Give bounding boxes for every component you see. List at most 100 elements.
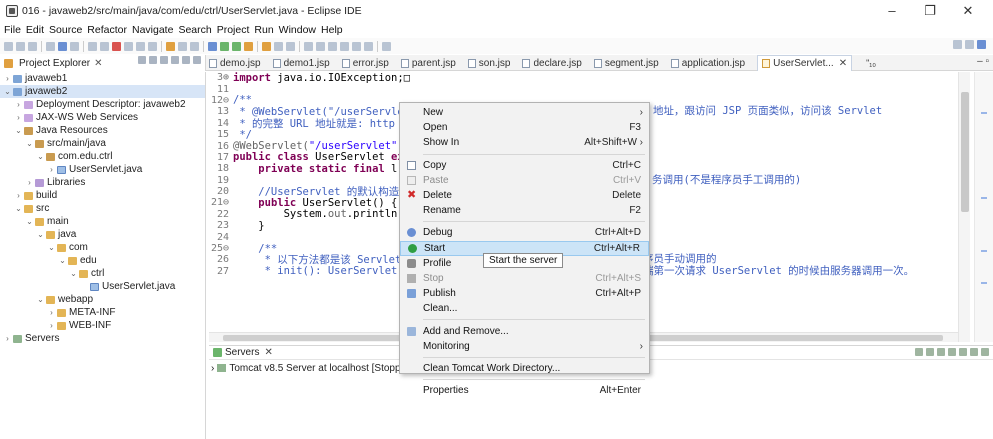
tree-item[interactable]: ⌄ java (0, 228, 205, 241)
menu-search[interactable]: Search (178, 24, 211, 36)
tree-item[interactable]: ⌄ com.edu.ctrl (0, 150, 205, 163)
expand-toggle-icon[interactable]: ⌄ (69, 269, 78, 278)
tab-project-explorer[interactable]: Project Explorer ✕ (0, 55, 206, 71)
expand-toggle-icon[interactable]: ⌄ (25, 139, 34, 148)
menu-item-delete[interactable]: ✖ Delete Delete (400, 188, 649, 203)
tree-item[interactable]: ⌄ Java Resources (0, 124, 205, 137)
annotation-marker[interactable] (981, 282, 987, 284)
tree-item[interactable]: › WEB-INF (0, 319, 205, 332)
expand-toggle-icon[interactable]: ⌄ (47, 243, 56, 252)
editor-tab[interactable]: declare.jsp (522, 55, 582, 71)
menu-item-debug[interactable]: Debug Ctrl+Alt+D (400, 225, 649, 240)
terminal-icon[interactable] (46, 41, 55, 51)
expand-toggle-icon[interactable]: ⌄ (3, 87, 12, 96)
tree-item[interactable]: › META-INF (0, 306, 205, 319)
more-tabs-indicator[interactable]: "₁₀ (866, 58, 876, 68)
pin-icon[interactable] (382, 41, 391, 51)
toggle-mark-icon[interactable] (304, 41, 313, 51)
tree-item[interactable]: ⌄ src (0, 202, 205, 215)
expand-toggle-icon[interactable]: ⌄ (58, 256, 67, 265)
skip-icon[interactable] (70, 41, 79, 51)
tree-item[interactable]: ⌄ edu (0, 254, 205, 267)
expand-toggle-icon[interactable]: ⌄ (14, 204, 23, 213)
link-editor-icon[interactable] (149, 56, 157, 64)
expand-toggle-icon[interactable]: › (14, 113, 23, 122)
expand-toggle-icon[interactable]: › (47, 308, 56, 317)
tree-item[interactable]: ⌄ src/main/java (0, 137, 205, 150)
editor-tab[interactable]: segment.jsp (593, 55, 659, 71)
tree-item[interactable]: › Libraries (0, 176, 205, 189)
step-over-icon[interactable] (136, 41, 145, 51)
tree-item[interactable]: › JAX-WS Web Services (0, 111, 205, 124)
disconnect-icon[interactable] (970, 348, 978, 356)
external-tools-icon[interactable] (244, 41, 253, 51)
open-task-icon[interactable] (178, 41, 187, 51)
prev-annotation-icon[interactable] (328, 41, 337, 51)
expand-toggle-icon[interactable]: ⌄ (36, 230, 45, 239)
annotation-marker[interactable] (981, 197, 987, 199)
forward-icon[interactable] (364, 41, 373, 51)
tree-item[interactable]: › Deployment Descriptor: javaweb2 (0, 98, 205, 111)
expand-toggle-icon[interactable]: › (3, 74, 12, 83)
expand-toggle-icon[interactable]: › (14, 100, 23, 109)
run-icon[interactable] (220, 41, 229, 51)
open-perspective-icon[interactable] (965, 40, 974, 49)
view-menu-icon[interactable] (171, 56, 179, 64)
overview-ruler[interactable] (974, 72, 993, 342)
editor-tab[interactable]: son.jsp (467, 55, 510, 71)
menu-item-clean-tomcat-work-directory[interactable]: Clean Tomcat Work Directory... (400, 361, 649, 376)
tree-item[interactable]: › build (0, 189, 205, 202)
server-icon[interactable] (58, 41, 67, 51)
menu-item-new[interactable]: New › (400, 105, 649, 120)
menu-item-show-in[interactable]: Show In Alt+Shift+W › (400, 135, 649, 150)
menu-navigate[interactable]: Navigate (132, 24, 173, 36)
menu-source[interactable]: Source (49, 24, 82, 36)
profile-server-icon[interactable] (937, 348, 945, 356)
minimize-button[interactable]: – (873, 3, 911, 19)
tree-item[interactable]: ⌄ webapp (0, 293, 205, 306)
publish-icon[interactable] (959, 348, 967, 356)
menu-run[interactable]: Run (254, 24, 273, 36)
tree-item[interactable]: UserServlet.java (0, 280, 205, 293)
back-icon[interactable] (352, 41, 361, 51)
expand-toggle-icon[interactable]: ⌄ (36, 295, 45, 304)
close-icon[interactable]: ✕ (94, 58, 102, 69)
menu-item-properties[interactable]: Properties Alt+Enter (400, 383, 649, 398)
expand-toggle-icon[interactable]: › (47, 165, 56, 174)
expand-toggle-icon[interactable]: › (14, 191, 23, 200)
search-icon[interactable] (190, 41, 199, 51)
resume-icon[interactable] (88, 41, 97, 51)
step-into-icon[interactable] (124, 41, 133, 51)
vertical-scrollbar[interactable] (958, 72, 970, 342)
menu-item-monitoring[interactable]: Monitoring › (400, 339, 649, 354)
save-all-icon[interactable] (28, 41, 37, 51)
expand-toggle-icon[interactable]: › (25, 178, 34, 187)
editor-tab[interactable]: UserServlet... ✕ (757, 55, 853, 71)
tree-item[interactable]: › javaweb1 (0, 72, 205, 85)
close-icon[interactable]: ✕ (839, 58, 847, 69)
tree-item[interactable]: ⌄ main (0, 215, 205, 228)
suspend-icon[interactable] (100, 41, 109, 51)
menu-help[interactable]: Help (321, 24, 343, 36)
annotation-marker[interactable] (981, 250, 987, 252)
new-icon[interactable] (4, 41, 13, 51)
tab-servers[interactable]: Servers ✕ (209, 347, 273, 358)
menu-item-publish[interactable]: Publish Ctrl+Alt+P (400, 286, 649, 301)
collapse-all-icon[interactable] (138, 56, 146, 64)
menu-item-copy[interactable]: Copy Ctrl+C (400, 158, 649, 173)
tree-item[interactable]: › UserServlet.java (0, 163, 205, 176)
search-icon[interactable] (953, 40, 962, 49)
next-annotation-icon[interactable] (340, 41, 349, 51)
maximize-icon[interactable] (193, 56, 201, 64)
editor-tab[interactable]: parent.jsp (400, 55, 456, 71)
menu-item-add-and-remove[interactable]: Add and Remove... (400, 323, 649, 338)
expand-toggle-icon[interactable]: ⌄ (14, 126, 23, 135)
menu-edit[interactable]: Edit (26, 24, 44, 36)
tree-item[interactable]: › Servers (0, 332, 205, 345)
coverage-icon[interactable] (232, 41, 241, 51)
menu-item-clean[interactable]: Clean... (400, 301, 649, 316)
close-icon[interactable]: ✕ (264, 347, 272, 358)
expand-icon[interactable]: › (211, 363, 214, 374)
expand-toggle-icon[interactable]: ⌄ (36, 152, 45, 161)
open-type-icon[interactable] (166, 41, 175, 51)
